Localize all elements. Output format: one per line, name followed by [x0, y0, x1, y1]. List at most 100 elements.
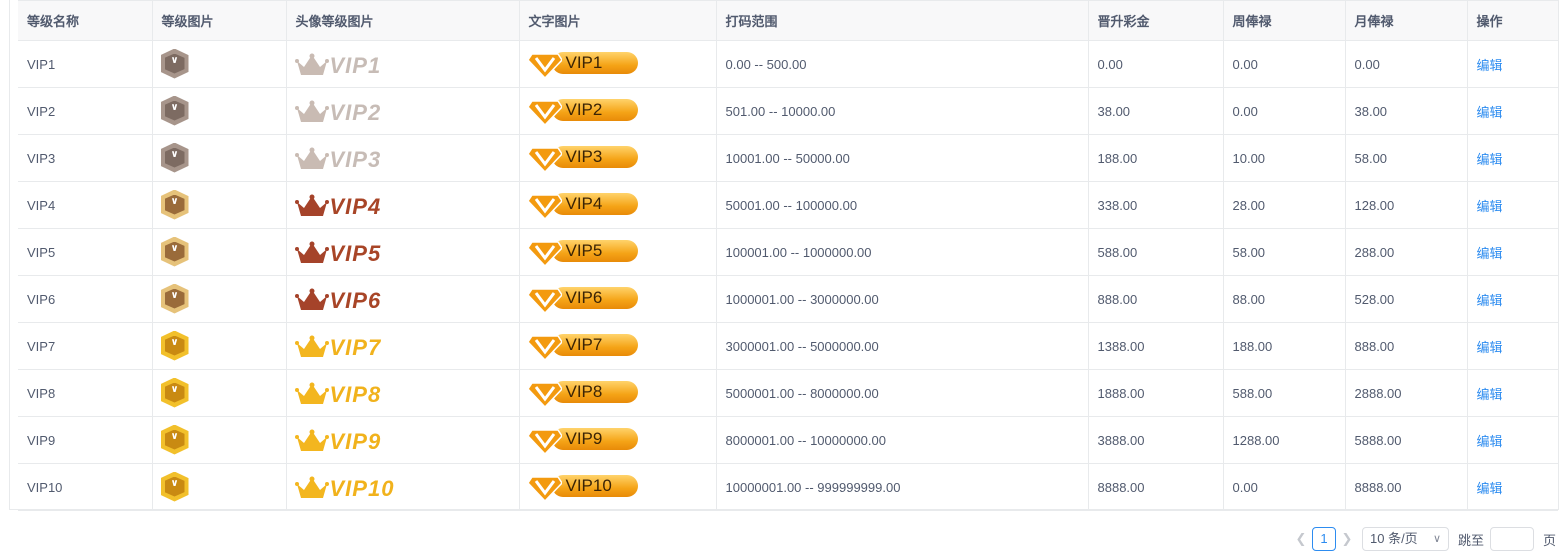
avatar-level-image-cell: VIP4 [286, 181, 520, 229]
table-row: VIP3 ∨ VIP3 VIP3 10001.00 -- 50000.00 188.00 1… [18, 134, 1558, 182]
vip-badge-icon: ∨ [160, 377, 189, 408]
bet-range-cell: 10001.00 -- 50000.00 [716, 134, 1089, 182]
level-image-cell: ∨ [152, 416, 287, 464]
level-name-cell: VIP2 [18, 87, 153, 135]
weekly-salary-cell: 1288.00 [1223, 416, 1346, 464]
edit-link[interactable]: 编辑 [1477, 434, 1503, 449]
level-name-cell: VIP6 [18, 275, 153, 323]
pill-level-text: VIP8 [551, 380, 638, 403]
monthly-salary-cell: 5888.00 [1345, 416, 1468, 464]
text-image-cell: VIP8 [519, 369, 717, 417]
monthly-salary-cell: 0.00 [1345, 40, 1468, 88]
vip-crown-label: VIP10 [294, 475, 395, 501]
edit-link[interactable]: 编辑 [1477, 340, 1503, 355]
vip-pill-label: VIP2 [526, 95, 638, 126]
crown-icon [294, 288, 329, 312]
vip-badge-icon: ∨ [160, 48, 189, 79]
crown-level-text: VIP3 [329, 146, 382, 172]
promotion-bonus-cell: 0.00 [1088, 40, 1224, 88]
diamond-icon [526, 236, 563, 267]
diamond-icon [526, 95, 563, 126]
column-header-level-name: 等级名称 [18, 0, 153, 41]
avatar-level-image-cell: VIP2 [286, 87, 520, 135]
vip-pill-label: VIP9 [526, 424, 638, 455]
crown-level-text: VIP9 [329, 428, 382, 454]
vip-level-table: 等级名称 等级图片 头像等级图片 文字图片 打码范围 晋升彩金 周俸禄 月俸禄 … [18, 0, 1558, 511]
page-size-select[interactable]: 10 条/页 ∨ [1362, 527, 1449, 551]
level-image-cell: ∨ [152, 228, 287, 276]
pagination: ❮ 1 ❯ 10 条/页 ∨ 跳至 页 [1292, 527, 1556, 551]
weekly-salary-cell: 10.00 [1223, 134, 1346, 182]
avatar-level-image-cell: VIP3 [286, 134, 520, 182]
actions-cell: 编辑 [1467, 416, 1558, 464]
crown-icon [294, 476, 329, 500]
vip-crown-label: VIP3 [294, 146, 382, 172]
vip-badge-icon: ∨ [160, 283, 189, 314]
table-row: VIP9 ∨ VIP9 VIP9 8000001.00 -- 10000000.00 38… [18, 416, 1558, 464]
jump-to-label: 跳至 [1458, 532, 1485, 548]
crown-level-text: VIP6 [329, 287, 382, 313]
table-row: VIP1 ∨ VIP1 VIP1 0.00 -- 500.00 0.00 0.00 0.00 编… [18, 40, 1558, 88]
column-header-level-image: 等级图片 [152, 0, 287, 41]
monthly-salary-cell: 38.00 [1345, 87, 1468, 135]
actions-cell: 编辑 [1467, 134, 1558, 182]
text-image-cell: VIP4 [519, 181, 717, 229]
table-row: VIP10 ∨ VIP10 VIP10 10000001.00 -- 999999999… [18, 463, 1558, 511]
edit-link[interactable]: 编辑 [1477, 105, 1503, 120]
page-size-value: 10 条/页 [1370, 531, 1418, 546]
vip-badge-icon: ∨ [160, 471, 189, 502]
pill-level-text: VIP10 [551, 474, 638, 497]
weekly-salary-cell: 88.00 [1223, 275, 1346, 323]
actions-cell: 编辑 [1467, 463, 1558, 511]
bet-range-cell: 0.00 -- 500.00 [716, 40, 1089, 88]
edit-link[interactable]: 编辑 [1477, 246, 1503, 261]
column-header-actions: 操作 [1467, 0, 1558, 41]
crown-level-text: VIP10 [329, 475, 395, 501]
monthly-salary-cell: 528.00 [1345, 275, 1468, 323]
actions-cell: 编辑 [1467, 369, 1558, 417]
crown-icon [294, 429, 329, 453]
level-name-cell: VIP5 [18, 228, 153, 276]
monthly-salary-cell: 288.00 [1345, 228, 1468, 276]
crown-level-text: VIP4 [329, 193, 382, 219]
level-name-cell: VIP1 [18, 40, 153, 88]
avatar-level-image-cell: VIP1 [286, 40, 520, 88]
crown-level-text: VIP2 [329, 99, 382, 125]
pill-level-text: VIP5 [551, 239, 638, 262]
level-image-cell: ∨ [152, 322, 287, 370]
crown-icon [294, 100, 329, 124]
level-name-cell: VIP8 [18, 369, 153, 417]
actions-cell: 编辑 [1467, 87, 1558, 135]
edit-link[interactable]: 编辑 [1477, 199, 1503, 214]
edit-link[interactable]: 编辑 [1477, 481, 1503, 496]
page-number-current[interactable]: 1 [1312, 527, 1336, 551]
chevron-left-icon[interactable]: ❮ [1292, 531, 1310, 547]
promotion-bonus-cell: 38.00 [1088, 87, 1224, 135]
vip-crown-label: VIP2 [294, 99, 382, 125]
edit-link[interactable]: 编辑 [1477, 152, 1503, 167]
chevron-right-icon[interactable]: ❯ [1338, 531, 1356, 547]
edit-link[interactable]: 编辑 [1477, 293, 1503, 308]
jump-to-page-input[interactable] [1490, 527, 1535, 551]
page-unit-label: 页 [1543, 532, 1557, 548]
promotion-bonus-cell: 1388.00 [1088, 322, 1224, 370]
crown-icon [294, 194, 329, 218]
monthly-salary-cell: 888.00 [1345, 322, 1468, 370]
pill-level-text: VIP2 [551, 98, 638, 121]
avatar-level-image-cell: VIP5 [286, 228, 520, 276]
crown-icon [294, 382, 329, 406]
edit-link[interactable]: 编辑 [1477, 58, 1503, 73]
chevron-down-icon: ∨ [1432, 533, 1441, 545]
actions-cell: 编辑 [1467, 322, 1558, 370]
pill-level-text: VIP3 [551, 145, 638, 168]
vip-badge-icon: ∨ [160, 424, 189, 455]
vip-badge-icon: ∨ [160, 330, 189, 361]
promotion-bonus-cell: 338.00 [1088, 181, 1224, 229]
bet-range-cell: 50001.00 -- 100000.00 [716, 181, 1089, 229]
monthly-salary-cell: 8888.00 [1345, 463, 1468, 511]
edit-link[interactable]: 编辑 [1477, 387, 1503, 402]
bet-range-cell: 3000001.00 -- 5000000.00 [716, 322, 1089, 370]
vip-pill-label: VIP5 [526, 236, 638, 267]
text-image-cell: VIP10 [519, 463, 717, 511]
vip-pill-label: VIP4 [526, 189, 638, 220]
